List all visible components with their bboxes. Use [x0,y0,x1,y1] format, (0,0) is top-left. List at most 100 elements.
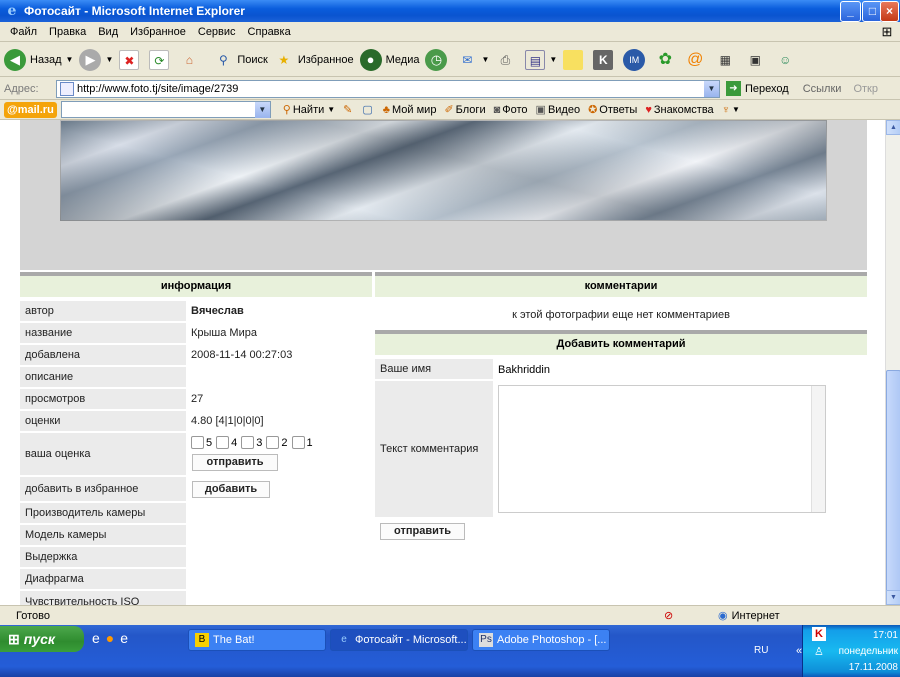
address-input[interactable]: http://www.foto.tj/site/image/2739 ▼ [56,79,720,98]
book-icon: ▣ [749,52,761,67]
minimize-button[interactable]: _ [840,1,861,22]
toolbar: ◀ Назад ▼ ▶ ▼ ✖ ⟳ ⌂ ⚲ Поиск ★ Избранное ● Меди… [0,43,900,77]
ie-quick-icon[interactable]: e [92,630,106,646]
language-indicator[interactable]: RU [754,645,768,656]
rating-radio-3[interactable] [241,436,255,449]
messenger-button[interactable]: ☺ [775,50,799,70]
scroll-down-icon[interactable]: ▼ [886,590,900,605]
task-the-bat[interactable]: B The Bat! [188,629,326,651]
scroll-thumb[interactable] [886,370,900,595]
note-icon [563,49,584,70]
label-ratings: оценки [20,411,186,431]
media-button[interactable]: ● Медиа [359,48,419,71]
task-photoshop[interactable]: Ps Adobe Photoshop - [... [472,629,610,651]
history-button[interactable]: ◷ [425,48,451,71]
rating-radio-5[interactable] [191,436,204,449]
icq-button[interactable]: ✿ [655,50,679,70]
moi-mir-link[interactable]: ♣ Мой мир [383,104,437,116]
browser-quick-icon[interactable]: ● [106,630,120,646]
search-button[interactable]: ⚲ Поиск [213,50,268,70]
highlight-button[interactable]: ▢ [362,103,374,116]
dating-link[interactable]: ♥ Знакомства [645,104,713,116]
task-fotosite[interactable]: e Фотосайт - Microsoft... [330,629,468,651]
close-button[interactable]: × [880,1,899,22]
photo-shading [60,120,827,221]
info-header: информация [20,272,372,297]
menu-favorites[interactable]: Избранное [124,26,192,38]
open-label[interactable]: Откр [853,83,878,95]
kaspersky-icon: K [593,49,614,70]
clock[interactable]: 17:01 понедельник 17.11.2008 [812,628,898,676]
tools-menu[interactable]: ♆ ▼ [722,104,740,116]
label-added: добавлена [20,345,186,365]
rating-option-3: 3 [256,436,263,449]
menu-view[interactable]: Вид [92,26,124,38]
back-button[interactable]: ◀ Назад ▼ [4,48,73,71]
page-icon [60,81,74,96]
stop-icon: ✖ [119,49,140,70]
refresh-button[interactable]: ⟳ [149,49,173,70]
comment-submit-button[interactable]: отправить [380,523,465,540]
favorites-button[interactable]: ★ Избранное [274,50,353,70]
comment-textarea[interactable] [498,385,826,513]
rating-radio-1[interactable] [291,436,305,449]
pencil-button[interactable]: ✎ [343,103,354,116]
menu-edit[interactable]: Правка [43,26,92,38]
rating-radio-4[interactable] [216,436,230,449]
explorer-quick-icon[interactable]: e [120,630,134,646]
address-label: Адрес: [4,82,39,95]
tray-expand-icon[interactable]: « [796,645,802,657]
textarea-scrollbar[interactable] [811,386,825,512]
menu-help[interactable]: Справка [242,26,297,38]
address-bar: Адрес: http://www.foto.tj/site/image/273… [0,78,900,100]
forward-button[interactable]: ▶ ▼ [79,48,113,71]
star-icon: ★ [278,52,290,67]
label-add-favorite: добавить в избранное [20,477,186,501]
mail-button[interactable]: ✉ ▼ [457,50,489,70]
photo-link[interactable]: ◙ Фото [494,104,528,116]
go-button[interactable]: ➜ Переход [726,81,789,96]
scroll-up-icon[interactable]: ▲ [886,120,900,135]
search-dropdown-icon[interactable]: ▼ [254,102,270,118]
answers-link[interactable]: ✪ Ответы [588,103,637,117]
rating-radio-2[interactable] [266,436,280,449]
menu-tools[interactable]: Сервис [192,26,242,38]
add-comment-header: Добавить комментарий [375,330,867,355]
tool-button-2[interactable]: ▣ [745,50,769,70]
mailru-search-input[interactable]: ▼ [60,101,271,118]
print-button[interactable]: ⎙ [495,50,519,70]
edit-icon: ▤ [525,49,546,70]
icq-flower-icon: ✿ [658,50,672,68]
tools-icon: ♆ [721,103,730,116]
menu-file[interactable]: Файл [4,26,43,38]
start-button[interactable]: ⊞ пуск [0,626,84,652]
name-value[interactable]: Bakhriddin [498,364,550,376]
kaspersky-button[interactable]: K [593,49,617,70]
home-button[interactable]: ⌂ [179,50,203,70]
comments-header: комментарии [375,272,867,297]
mailru-logo[interactable]: @mail.ru [4,101,57,118]
notes-button[interactable] [563,49,587,70]
links-label[interactable]: Ссылки [803,83,842,95]
pencil-icon: ✎ [343,104,353,116]
label-description: описание [20,367,186,387]
value-author[interactable]: Вячеслав [191,305,244,317]
rate-submit-button[interactable]: отправить [192,454,278,471]
mailru-agent-button[interactable]: @ [685,50,709,70]
print-icon: ⎙ [500,52,511,67]
blogs-link[interactable]: ✐ Блоги [444,103,485,117]
bat-icon: B [195,633,209,647]
stop-button[interactable]: ✖ [119,49,143,70]
no-comments-text: к этой фотографии еще нет комментариев [512,309,730,321]
im-button[interactable]: IM [623,48,649,71]
tool-button-1[interactable]: ▦ [715,50,739,70]
edit-button[interactable]: ▤ ▼ [525,49,557,70]
clock-date: 17.11.2008 [848,662,898,673]
add-favorite-button[interactable]: добавить [192,481,270,498]
label-exposure: Выдержка [20,547,186,567]
vertical-scrollbar[interactable]: ▲ ▼ [885,120,900,605]
video-link[interactable]: ▣ Видео [536,103,581,117]
label-your-name: Ваше имя [375,359,493,379]
mailru-find-button[interactable]: ⚲ Найти ▼ [283,103,335,117]
address-dropdown-icon[interactable]: ▼ [704,80,719,97]
